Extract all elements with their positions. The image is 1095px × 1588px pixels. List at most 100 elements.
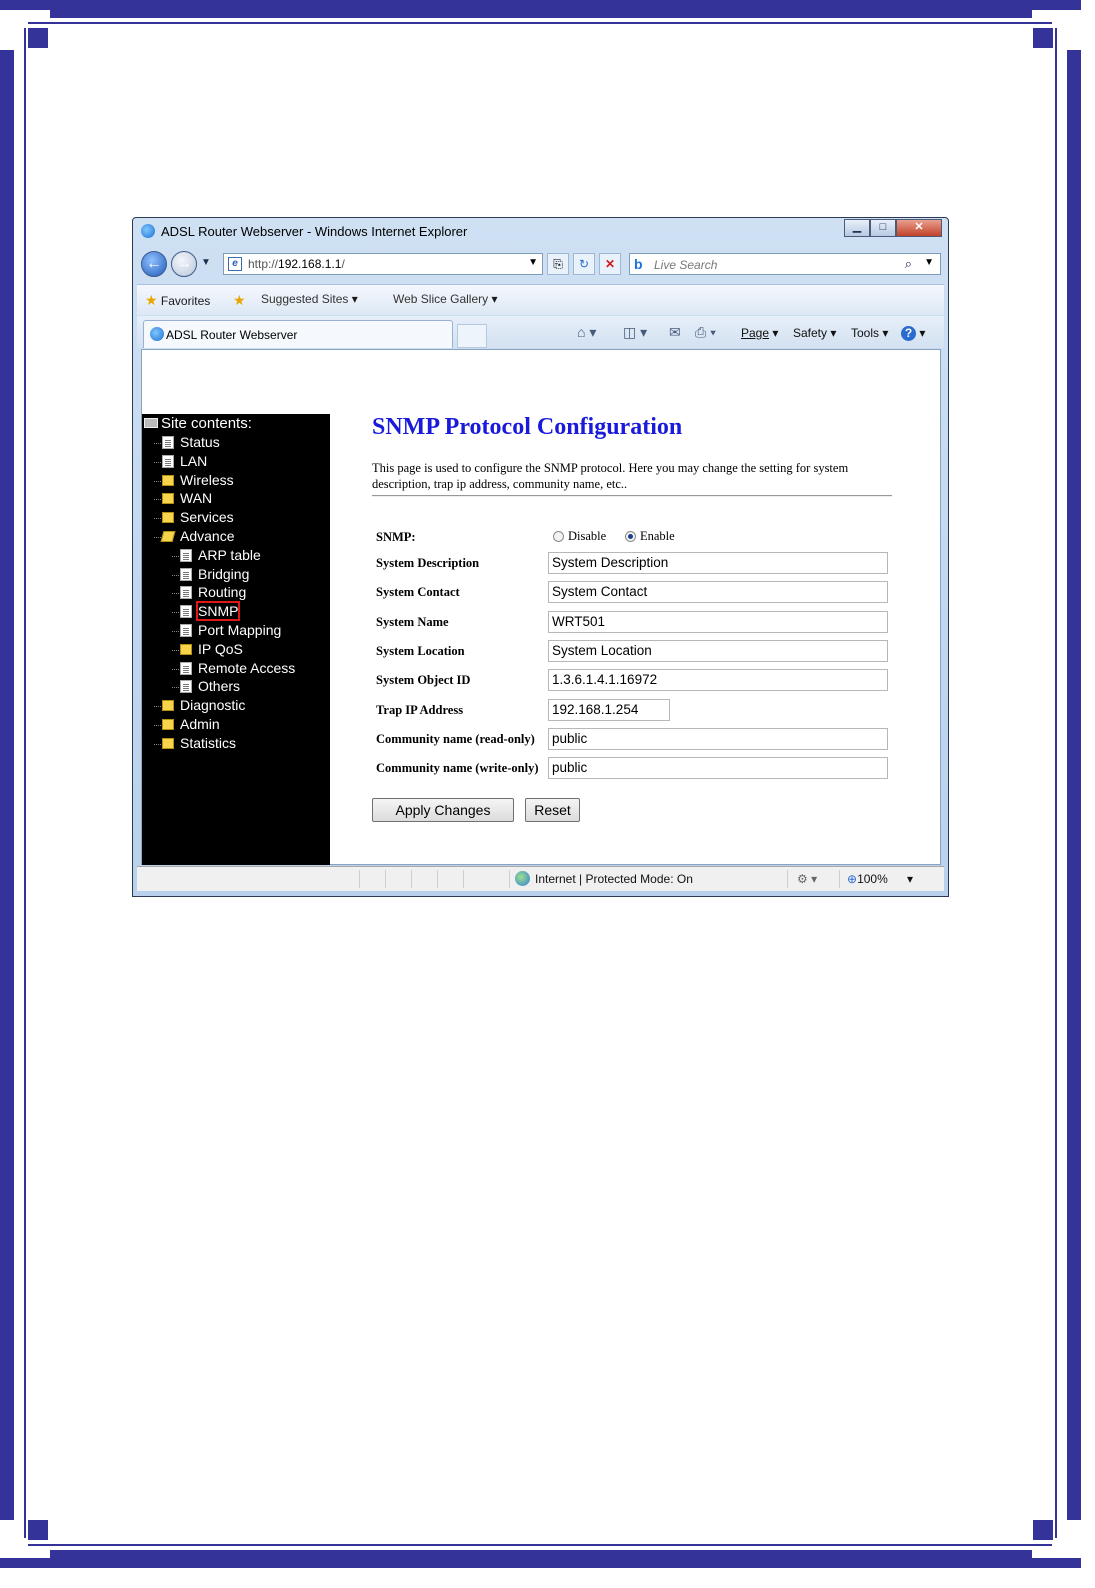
new-tab-button[interactable] xyxy=(457,324,487,348)
back-button[interactable]: ← xyxy=(141,251,167,277)
folder-icon xyxy=(180,643,192,655)
search-box[interactable]: b Live Search ⌕ ▼ xyxy=(629,253,941,275)
sidebar-item-label: Remote Access xyxy=(198,659,296,676)
live-search-logo-icon: b xyxy=(634,256,643,272)
title-bar: ADSL Router Webserver - Windows Internet… xyxy=(133,218,948,246)
site-contents-sidebar: Site contents: Status LAN Wireless WAN Servi… xyxy=(142,414,330,865)
tab-ie-icon xyxy=(150,327,164,341)
document-icon xyxy=(180,605,192,619)
zoom-level[interactable]: ⊕100% xyxy=(847,872,888,886)
sidebar-item-label: LAN xyxy=(180,452,208,469)
address-url: http://192.168.1.1/ xyxy=(248,257,345,271)
search-placeholder: Live Search xyxy=(654,258,718,272)
tab-adsl-router-webserver[interactable]: ADSL Router Webserver xyxy=(143,320,453,348)
system-location-input[interactable]: System Location xyxy=(548,639,888,662)
sidebar-item-label: Statistics xyxy=(180,734,237,751)
document-icon xyxy=(180,624,192,637)
folder-icon xyxy=(162,493,174,505)
snmp-label: SNMP: xyxy=(376,530,416,544)
zoom-dropdown-icon[interactable]: ▾ xyxy=(907,872,913,886)
recent-pages-dropdown-icon[interactable]: ▼ xyxy=(201,257,211,268)
frame-right-bar xyxy=(1067,50,1081,1520)
snmp-disable-label: Disable xyxy=(568,529,607,543)
folder-open-icon xyxy=(160,531,176,542)
snmp-enable-radio[interactable] xyxy=(625,531,636,542)
folder-icon xyxy=(162,512,174,524)
add-favorites-icon[interactable]: ★ xyxy=(233,292,246,309)
document-icon xyxy=(162,454,174,468)
mail-icon[interactable]: ✉ xyxy=(669,324,681,341)
field-label: Community name (read-only) xyxy=(376,731,535,746)
favorites-button[interactable]: ★ Favorites xyxy=(145,292,210,309)
sidebar-item-label: Port Mapping xyxy=(198,622,282,638)
document-icon xyxy=(180,567,192,581)
sidebar-item-label: Diagnostic xyxy=(180,697,246,714)
ie-logo-icon xyxy=(141,224,155,238)
feeds-icon[interactable]: ◫ ▾ xyxy=(623,324,647,341)
refresh-icon[interactable]: ↻ xyxy=(573,253,595,275)
forward-button[interactable]: → xyxy=(171,251,197,277)
trap-ip-address-input[interactable]: 192.168.1.254 xyxy=(548,698,670,721)
window-controls: ▁ □ ✕ xyxy=(844,219,942,237)
sidebar-item-label: Advance xyxy=(180,528,235,544)
community-name-read-only-input[interactable]: public xyxy=(548,727,888,750)
security-zone[interactable]: Internet | Protected Mode: On xyxy=(535,872,693,886)
snmp-disable-radio[interactable] xyxy=(553,531,564,542)
system-description-input[interactable]: System Description xyxy=(548,552,888,574)
frame-bottom-bar xyxy=(50,1550,1032,1568)
browser-window: ADSL Router Webserver - Windows Internet… xyxy=(132,217,949,897)
sidebar-item-label: Admin xyxy=(180,716,220,732)
tools-menu[interactable]: Tools ▾ xyxy=(851,326,888,340)
field-label: System Name xyxy=(376,614,449,629)
system-object-id-input[interactable]: 1.3.6.1.4.1.16972 xyxy=(548,669,888,692)
sidebar-item-label: SNMP xyxy=(195,601,241,622)
system-name-input[interactable]: WRT501 xyxy=(548,610,888,633)
snmp-enable-label: Enable xyxy=(640,529,675,543)
tree-root-icon xyxy=(144,418,158,428)
sidebar-item-label: Routing xyxy=(198,584,247,601)
document-icon xyxy=(180,661,192,675)
search-options-dropdown-icon[interactable]: ▼ xyxy=(924,257,934,268)
folder-icon xyxy=(162,474,174,486)
favorites-bar: ★ Favorites ★ Suggested Sites ▾ Web Slic… xyxy=(137,284,944,315)
system-contact-input[interactable]: System Contact xyxy=(548,581,888,604)
field-label: System Contact xyxy=(376,585,460,600)
reset-button[interactable]: Reset xyxy=(525,798,580,822)
address-row: ← → ▼ e http://192.168.1.1/ ▼ ⎘ ↻ ✕ b Li… xyxy=(133,248,948,280)
protected-mode-icon[interactable]: ⚙ ▾ xyxy=(797,872,817,886)
favorites-star-icon: ★ xyxy=(145,292,158,308)
help-menu[interactable]: ? ▾ xyxy=(901,326,925,341)
community-name-write-only-input[interactable]: public xyxy=(548,757,888,780)
status-bar: Internet | Protected Mode: On ⚙ ▾ ⊕100% … xyxy=(137,866,944,891)
tab-row: ADSL Router Webserver ⌂ ▾ ◫ ▾ ✉ ⎙ ▾ Page… xyxy=(137,316,944,348)
compatibility-view-icon[interactable]: ⎘ xyxy=(547,253,569,275)
divider xyxy=(372,495,892,497)
help-icon: ? xyxy=(901,326,916,341)
page-menu[interactable]: Page ▾ xyxy=(741,326,778,340)
home-icon[interactable]: ⌂ ▾ xyxy=(577,324,596,341)
address-dropdown-icon[interactable]: ▼ xyxy=(528,257,538,268)
address-input[interactable]: e http://192.168.1.1/ ▼ xyxy=(223,253,543,275)
page-description: This page is used to configure the SNMP … xyxy=(372,461,849,491)
maximize-button[interactable]: □ xyxy=(870,219,896,237)
frame-left-bar xyxy=(0,50,14,1520)
minimize-button[interactable]: ▁ xyxy=(844,219,870,237)
apply-changes-button[interactable]: Apply Changes xyxy=(372,798,514,822)
suggested-sites-button[interactable]: Suggested Sites ▾ xyxy=(261,292,358,306)
sidebar-item-label: IP QoS xyxy=(198,640,243,657)
safety-menu[interactable]: Safety ▾ xyxy=(793,326,836,340)
field-label: System Description xyxy=(376,556,480,570)
print-icon[interactable]: ⎙ ▾ xyxy=(695,324,716,341)
folder-icon xyxy=(162,700,174,712)
document-icon xyxy=(162,436,174,449)
window-title: ADSL Router Webserver - Windows Internet… xyxy=(161,224,468,239)
field-label: Community name (write-only) xyxy=(376,761,539,776)
internet-zone-icon xyxy=(515,871,530,886)
stop-icon[interactable]: ✕ xyxy=(599,253,621,275)
page-ie-icon: e xyxy=(228,257,242,271)
sidebar-item-label: Wireless xyxy=(180,471,234,488)
sidebar-item-label: ARP table xyxy=(198,546,261,563)
web-slice-gallery-button[interactable]: Web Slice Gallery ▾ xyxy=(393,292,498,306)
close-button[interactable]: ✕ xyxy=(896,219,942,237)
search-icon[interactable]: ⌕ xyxy=(905,256,912,272)
